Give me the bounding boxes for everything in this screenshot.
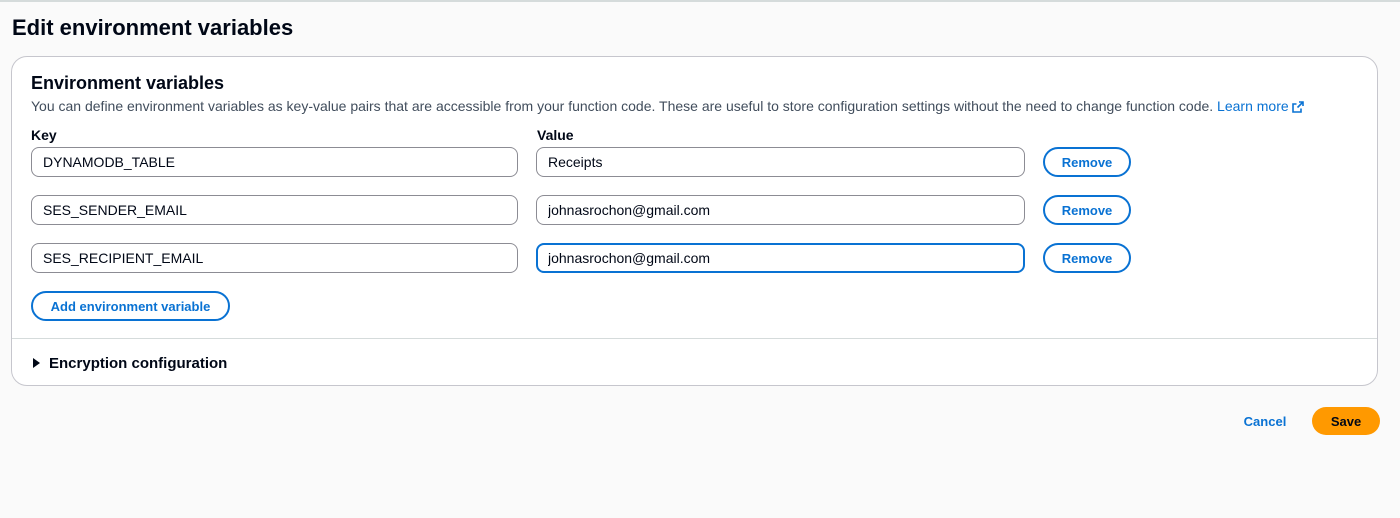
value-column-label: Value [537, 127, 574, 143]
page-title: Edit environment variables [12, 15, 294, 40]
add-environment-variable-button[interactable]: Add environment variable [31, 291, 230, 321]
value-input-2[interactable] [536, 195, 1025, 225]
value-input-3[interactable] [536, 243, 1025, 273]
remove-button-1[interactable]: Remove [1043, 147, 1131, 177]
encryption-configuration-expander[interactable]: Encryption configuration [33, 353, 227, 373]
key-input-3[interactable] [31, 243, 518, 273]
description-text: You can define environment variables as … [31, 98, 1214, 114]
encryption-configuration-label: Encryption configuration [49, 354, 228, 372]
key-input-2[interactable] [31, 195, 518, 225]
save-button[interactable]: Save [1312, 407, 1380, 435]
panel-heading: Environment variables [31, 73, 225, 93]
caret-right-icon [33, 358, 40, 368]
environment-variables-panel: Environment variables You can define env… [11, 56, 1378, 386]
external-link-icon [1291, 99, 1304, 117]
learn-more-link[interactable]: Learn more [1217, 98, 1304, 114]
key-input-1[interactable] [31, 147, 518, 177]
cancel-button[interactable]: Cancel [1232, 407, 1298, 435]
remove-button-2[interactable]: Remove [1043, 195, 1131, 225]
panel-description: You can define environment variables as … [31, 97, 1304, 117]
value-input-1[interactable] [536, 147, 1025, 177]
top-divider [0, 0, 1400, 2]
panel-divider [12, 338, 1377, 339]
key-column-label: Key [31, 127, 57, 143]
remove-button-3[interactable]: Remove [1043, 243, 1131, 273]
learn-more-label: Learn more [1217, 98, 1289, 114]
